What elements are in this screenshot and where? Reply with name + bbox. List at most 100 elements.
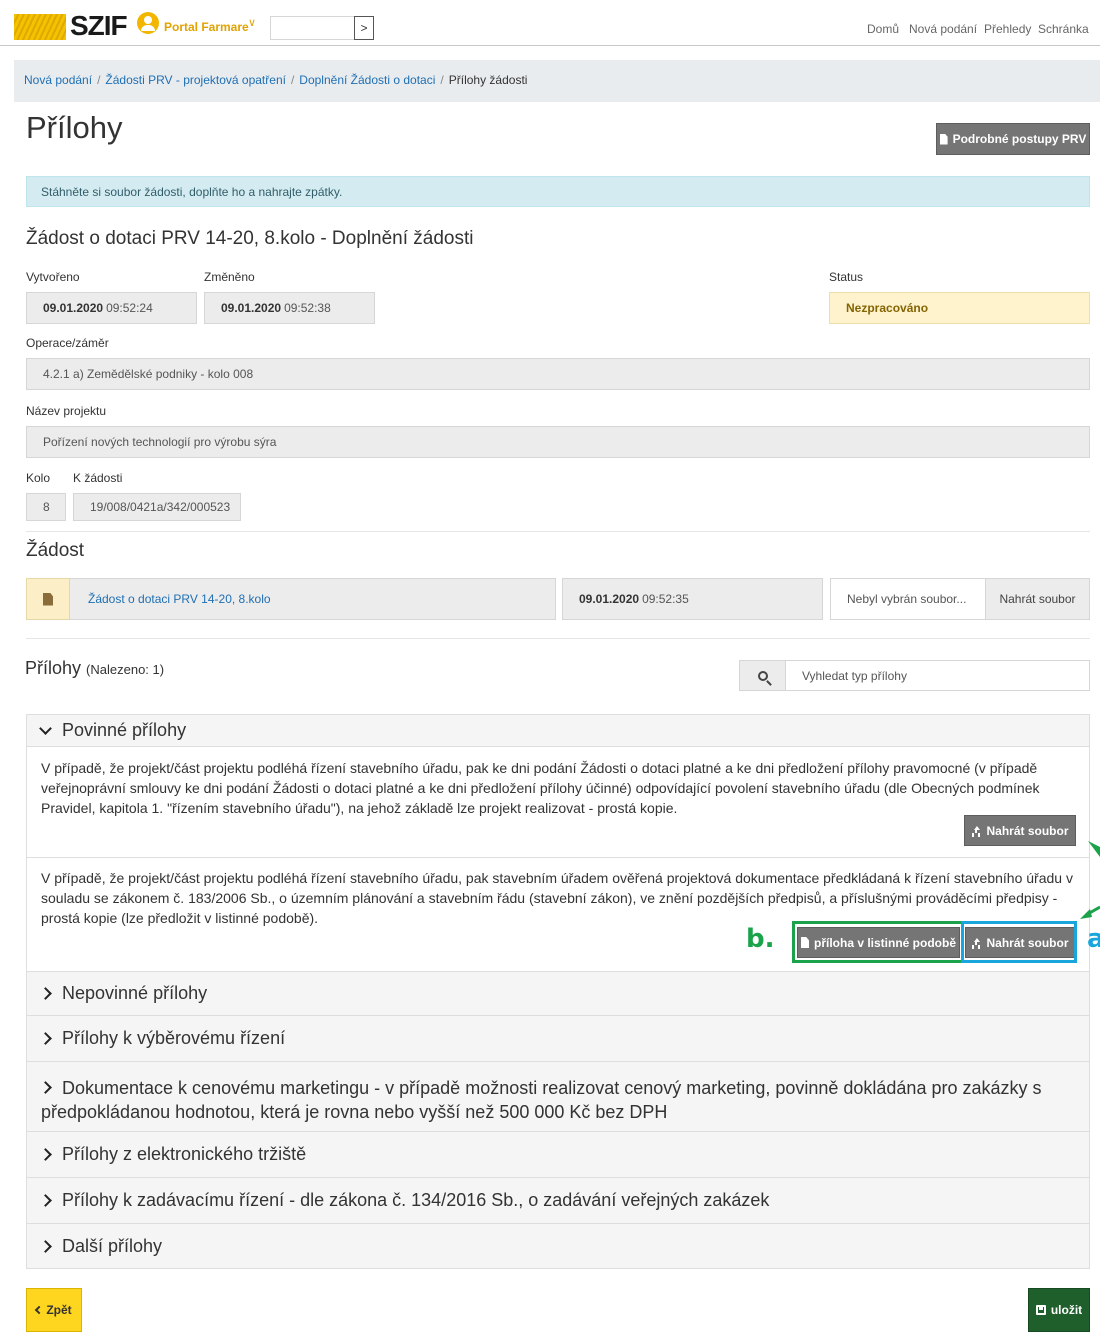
- user-icon[interactable]: [137, 12, 159, 34]
- upload-button-item-1[interactable]: Nahrát soubor: [964, 815, 1076, 846]
- divider: [27, 857, 1089, 858]
- file-link[interactable]: Žádost o dotaci PRV 14-20, 8.kolo: [70, 578, 556, 620]
- group-label: Dokumentace k cenovému marketingu - v př…: [41, 1078, 1042, 1122]
- save-button-label: uložit: [1050, 1303, 1083, 1317]
- group-label: Přílohy k zadávacímu řízení - dle zákona…: [62, 1190, 770, 1210]
- breadcrumb: Nová podání / Žádosti PRV - projektová opa…: [14, 60, 1100, 102]
- info-alert: Stáhněte si soubor žádosti, doplňte ho a…: [26, 176, 1090, 207]
- back-button[interactable]: Zpět: [26, 1288, 82, 1332]
- zadost-title: Žádost: [26, 540, 85, 561]
- breadcrumb-current: Přílohy žádosti: [448, 73, 528, 87]
- attachments-accordion: Povinné přílohy V případě, že projekt/čá…: [26, 714, 1090, 1269]
- breadcrumb-separator: /: [440, 73, 444, 87]
- save-icon: [1035, 1305, 1046, 1315]
- file-time: 09:52:35: [642, 592, 689, 606]
- annotation-label-a: a: [1087, 924, 1100, 954]
- save-button[interactable]: uložit: [1028, 1288, 1090, 1332]
- document-icon: [939, 133, 948, 145]
- operation-field: 4.2.1 a) Zemědělské podniky - kolo 008: [26, 358, 1090, 390]
- project-label: Název projektu: [26, 404, 107, 418]
- chevron-right-icon: [39, 1148, 52, 1161]
- annotation-arrow-top: [1088, 841, 1100, 857]
- nav-inbox[interactable]: Schránka: [1038, 22, 1089, 36]
- group-label: Další přílohy: [62, 1235, 163, 1256]
- logo-text[interactable]: SZIF: [70, 10, 128, 42]
- annotation-box-b: [792, 921, 964, 963]
- chevron-right-icon: [39, 1194, 52, 1207]
- attachments-title: Přílohy (Nalezeno: 1): [25, 658, 164, 679]
- nav-overviews[interactable]: Přehledy: [984, 22, 1031, 36]
- changed-date: 09.01.2020: [221, 301, 282, 315]
- status-label: Status: [829, 270, 864, 284]
- changed-label: Změněno: [204, 270, 255, 284]
- breadcrumb-link[interactable]: Nová podání: [24, 73, 92, 87]
- annotation-arrow-head: [1080, 909, 1092, 919]
- round-label: Kolo: [26, 471, 51, 485]
- file-date: 09.01.2020: [579, 592, 640, 606]
- changed-field: 09.01.2020 09:52:38: [204, 292, 375, 324]
- chevron-right-icon: [39, 1239, 52, 1253]
- upload-file-button[interactable]: Nahrát soubor: [985, 578, 1090, 620]
- chevron-right-icon: [39, 987, 52, 1000]
- nav-new-submissions[interactable]: Nová podání: [909, 22, 977, 36]
- created-field: 09.01.2020 09:52:24: [26, 292, 197, 324]
- header-search-input[interactable]: [270, 16, 354, 40]
- annotation-label-b: b.: [746, 924, 775, 954]
- operation-label: Operace/záměr: [26, 336, 109, 350]
- changed-time: 09:52:38: [284, 301, 331, 315]
- top-bar: SZIF Portal Farmare ∨ > Domů Nová podání…: [0, 0, 1100, 46]
- portal-menu[interactable]: Portal Farmare: [164, 20, 249, 34]
- chevron-right-icon: [39, 1032, 52, 1045]
- annotation-box-a: [961, 921, 1077, 963]
- chevron-left-icon: [35, 1305, 44, 1315]
- mandatory-item-2-text: V případě, že projekt/část projektu podl…: [41, 870, 1073, 926]
- group-header-procurement[interactable]: Přílohy k zadávacímu řízení - dle zákona…: [27, 1178, 1089, 1224]
- group-label: Povinné přílohy: [62, 720, 187, 740]
- breadcrumb-link[interactable]: Žádosti PRV - projektová opatření: [105, 73, 286, 87]
- file-input[interactable]: Nebyl vybrán soubor...: [830, 578, 986, 620]
- created-date: 09.01.2020: [43, 301, 104, 315]
- group-label: Přílohy z elektronického tržiště: [62, 1144, 307, 1164]
- upload-button-label: Nahrát soubor: [986, 823, 1069, 838]
- group-header-optional[interactable]: Nepovinné přílohy: [27, 971, 1089, 1016]
- nav-home[interactable]: Domů: [867, 22, 899, 36]
- status-badge: Nezpracováno: [829, 292, 1090, 324]
- search-icon: [757, 670, 768, 681]
- mandatory-item-1-text: V případě, že projekt/část projektu podl…: [41, 760, 1040, 816]
- header-search-button[interactable]: >: [354, 16, 374, 40]
- breadcrumb-separator: /: [97, 73, 101, 87]
- reference-field: 19/008/0421a/342/000523: [73, 493, 241, 521]
- breadcrumb-link[interactable]: Doplnění Žádosti o dotaci: [299, 73, 435, 87]
- group-header-other[interactable]: Další přílohy: [27, 1224, 1089, 1268]
- annotation-arrows: [1080, 841, 1100, 919]
- group-header-mandatory[interactable]: Povinné přílohy: [27, 715, 1089, 747]
- file-icon-cell: [26, 578, 70, 620]
- file-date-field: 09.01.2020 09:52:35: [562, 578, 823, 620]
- procedures-button[interactable]: Podrobné postupy PRV: [936, 123, 1090, 155]
- breadcrumb-separator: /: [290, 73, 295, 87]
- pdf-file-icon: [43, 592, 53, 606]
- page-title: Přílohy: [26, 110, 123, 145]
- request-title: Žádost o dotaci PRV 14-20, 8.kolo - Dopl…: [26, 228, 474, 249]
- group-label: Nepovinné přílohy: [62, 983, 208, 1003]
- upload-icon: [971, 825, 981, 836]
- chevron-down-icon[interactable]: ∨: [248, 16, 256, 29]
- divider: [26, 531, 1090, 532]
- group-header-tender[interactable]: Přílohy k výběrovému řízení: [27, 1016, 1089, 1062]
- attachment-search-input[interactable]: Vyhledat typ přílohy: [786, 660, 1090, 691]
- created-time: 09:52:24: [106, 301, 153, 315]
- procedures-button-label: Podrobné postupy PRV: [952, 132, 1087, 146]
- project-field: Pořízení nových technologií pro výrobu s…: [26, 426, 1090, 458]
- szif-logo-icon[interactable]: [14, 14, 66, 40]
- group-header-e-market[interactable]: Přílohy z elektronického tržiště: [27, 1132, 1089, 1178]
- back-button-label: Zpět: [46, 1303, 72, 1317]
- group-header-price-marketing[interactable]: Dokumentace k cenovému marketingu - v př…: [27, 1062, 1089, 1132]
- reference-label: K žádosti: [73, 471, 123, 485]
- chevron-down-icon: [39, 721, 52, 735]
- attachments-title-text: Přílohy: [25, 658, 82, 678]
- divider: [26, 638, 1090, 639]
- round-field: 8: [26, 493, 66, 521]
- group-label: Přílohy k výběrovému řízení: [62, 1028, 286, 1048]
- search-button[interactable]: [739, 660, 786, 691]
- attachments-count: (Nalezeno: 1): [86, 662, 165, 677]
